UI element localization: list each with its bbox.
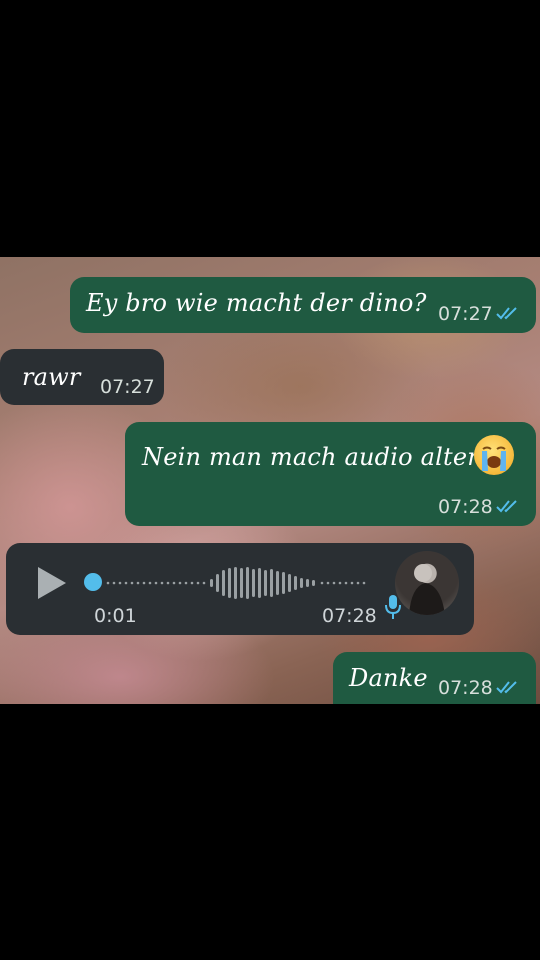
double-check-icon bbox=[496, 500, 517, 513]
mic-icon bbox=[385, 595, 401, 619]
bottom-black-area bbox=[0, 704, 540, 960]
message-time: 07:28 bbox=[322, 605, 377, 627]
double-check-icon bbox=[496, 681, 517, 694]
avatar[interactable] bbox=[395, 551, 459, 615]
message-time: 07:27 bbox=[438, 303, 493, 325]
play-icon[interactable] bbox=[38, 567, 66, 599]
message-text: rawr bbox=[22, 363, 81, 391]
audio-waveform[interactable] bbox=[104, 566, 370, 600]
message-time: 07:28 bbox=[438, 496, 493, 518]
message-text: Nein man mach audio alter bbox=[142, 443, 479, 471]
message-text: Ey bro wie macht der dino? bbox=[86, 289, 427, 317]
message-time: 07:28 bbox=[438, 677, 493, 699]
message-time: 07:27 bbox=[100, 376, 155, 398]
crying-face-emoji bbox=[474, 435, 514, 475]
voice-duration: 0:01 bbox=[94, 605, 137, 627]
audio-seek-knob[interactable] bbox=[84, 573, 102, 591]
message-text: Danke bbox=[349, 664, 428, 692]
double-check-icon bbox=[496, 307, 517, 320]
